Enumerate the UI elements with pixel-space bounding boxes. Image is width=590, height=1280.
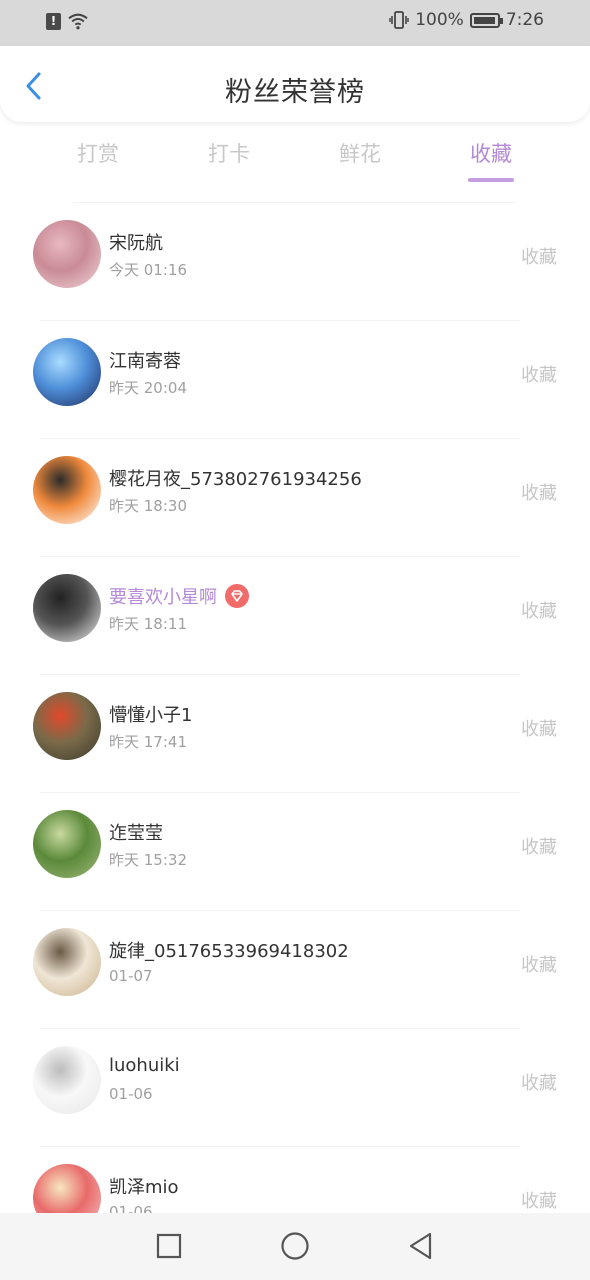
status-left: !: [46, 12, 89, 30]
user-name: 江南寄蓉: [109, 347, 181, 373]
user-name-text: 迮莹莹: [109, 823, 163, 844]
timestamp: 昨天 18:11: [109, 615, 187, 633]
user-name: 樱花月夜_573802761934256: [109, 465, 362, 491]
tab-favorites[interactable]: 收藏: [431, 138, 551, 168]
user-name: 迮莹莹: [109, 819, 163, 845]
page-title: 粉丝荣誉榜: [225, 77, 365, 108]
list-item[interactable]: 迮莹莹 昨天 15:32 收藏: [0, 793, 590, 911]
list-item[interactable]: 要喜欢小星啊 昨天 18:11 收藏: [0, 557, 590, 675]
user-name: 要喜欢小星啊: [109, 583, 249, 609]
favorite-label: 收藏: [521, 483, 557, 504]
timestamp: 01-06: [109, 1085, 153, 1103]
user-name: 懵懂小子1: [109, 701, 192, 727]
user-name-text: 樱花月夜_573802761934256: [109, 469, 362, 490]
header: 粉丝荣誉榜: [0, 46, 590, 122]
favorite-label: 收藏: [521, 1073, 557, 1094]
user-name-text: 宋阮航: [109, 233, 163, 254]
square-icon: [156, 1233, 182, 1259]
user-name-text: 旋律_05176533969418302: [109, 941, 349, 962]
timestamp: 昨天 15:32: [109, 851, 187, 869]
list-item[interactable]: 樱花月夜_573802761934256 昨天 18:30 收藏: [0, 439, 590, 557]
tab-reward[interactable]: 打赏: [38, 138, 158, 168]
list-item[interactable]: 宋阮航 今天 01:16 收藏: [0, 203, 590, 321]
user-name-text: 江南寄蓉: [109, 351, 181, 372]
fan-list: 宋阮航 今天 01:16 收藏 江南寄蓉 昨天 20:04 收藏 樱花月夜_57…: [0, 203, 590, 1265]
user-name: 凯泽mio: [109, 1173, 179, 1199]
timestamp: 昨天 20:04: [109, 379, 187, 397]
favorite-label: 收藏: [521, 247, 557, 268]
user-name: 宋阮航: [109, 229, 163, 255]
user-name: 旋律_05176533969418302: [109, 937, 349, 963]
user-name-text: luohuiki: [109, 1055, 180, 1076]
list-item[interactable]: 江南寄蓉 昨天 20:04 收藏: [0, 321, 590, 439]
recent-apps-button[interactable]: [154, 1231, 184, 1261]
favorite-label: 收藏: [521, 365, 557, 386]
favorite-label: 收藏: [521, 719, 557, 740]
tab-flowers[interactable]: 鲜花: [300, 138, 420, 168]
tab-bar: 打赏 打卡 鲜花 收藏: [0, 138, 590, 188]
user-name-text: 懵懂小子1: [109, 705, 193, 726]
home-button[interactable]: [280, 1231, 310, 1261]
battery-percent: 100%: [415, 10, 464, 30]
avatar[interactable]: [33, 220, 101, 288]
avatar[interactable]: [33, 692, 101, 760]
favorite-label: 收藏: [521, 1191, 557, 1212]
status-bar: ! 100% 7:26: [0, 0, 590, 46]
wifi-icon: [68, 13, 88, 30]
timestamp: 昨天 18:30: [109, 497, 187, 515]
avatar[interactable]: [33, 810, 101, 878]
avatar[interactable]: [33, 456, 101, 524]
user-name: luohuiki: [109, 1055, 180, 1076]
timestamp: 今天 01:16: [109, 261, 187, 279]
triangle-back-icon: [409, 1232, 432, 1260]
nav-back-button[interactable]: [406, 1231, 436, 1261]
active-tab-indicator: [468, 178, 514, 182]
timestamp: 昨天 17:41: [109, 733, 187, 751]
diamond-icon: [225, 584, 249, 608]
list-item[interactable]: 懵懂小子1 昨天 17:41 收藏: [0, 675, 590, 793]
status-right: 100% 7:26: [389, 10, 544, 30]
user-name-text: 要喜欢小星啊: [109, 587, 217, 608]
clock: 7:26: [505, 10, 544, 30]
avatar[interactable]: [33, 1046, 101, 1114]
favorite-label: 收藏: [521, 601, 557, 622]
system-nav-bar: [0, 1213, 590, 1280]
sim-alert-icon: !: [46, 12, 61, 30]
list-item[interactable]: 旋律_05176533969418302 01-07 收藏: [0, 911, 590, 1029]
avatar[interactable]: [33, 574, 101, 642]
circle-icon: [281, 1232, 309, 1260]
list-item[interactable]: luohuiki 01-06 收藏: [0, 1029, 590, 1147]
avatar[interactable]: [33, 928, 101, 996]
battery-icon: [469, 12, 503, 28]
user-name-text: 凯泽mio: [109, 1177, 179, 1198]
favorite-label: 收藏: [521, 955, 557, 976]
tab-checkin[interactable]: 打卡: [169, 138, 289, 168]
vibrate-icon: [389, 11, 409, 29]
timestamp: 01-07: [109, 967, 153, 985]
avatar[interactable]: [33, 338, 101, 406]
favorite-label: 收藏: [521, 837, 557, 858]
